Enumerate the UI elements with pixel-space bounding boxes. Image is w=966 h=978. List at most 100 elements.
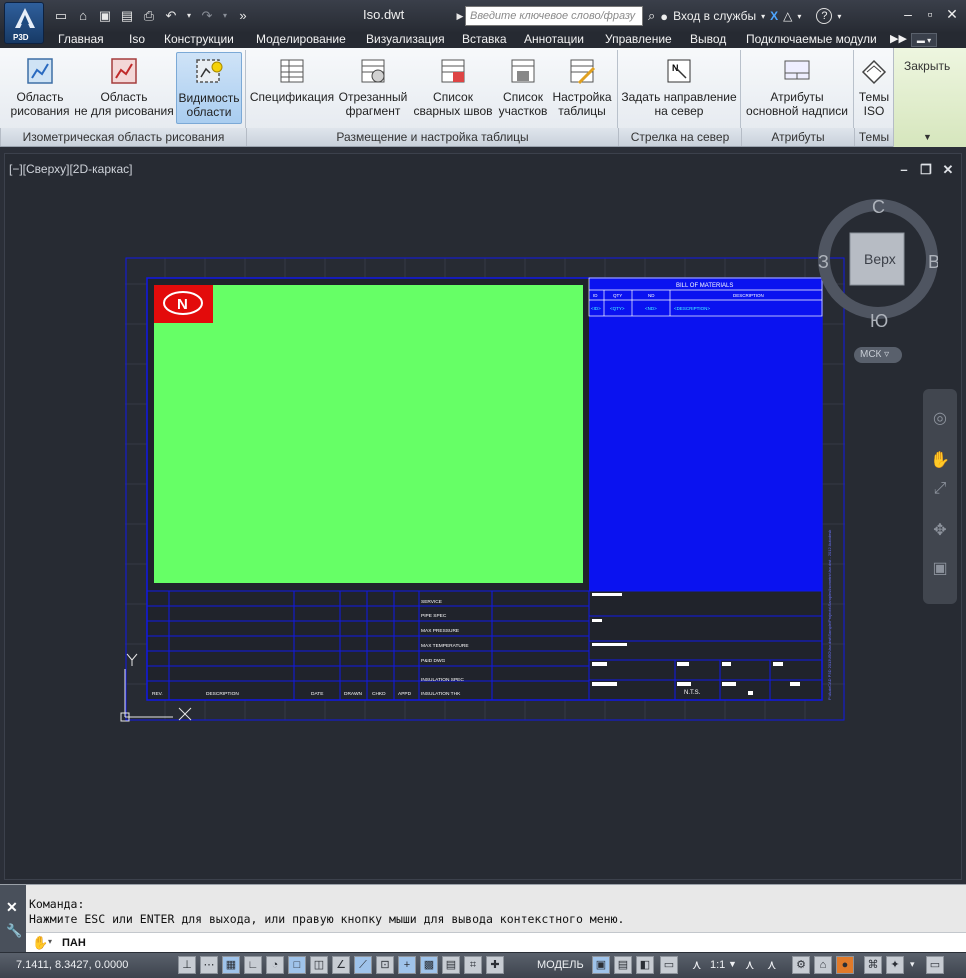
model-viewport[interactable]: [−][Сверху][2D-каркас] – ❐ ✕ N BILL OF M… <box>4 153 962 880</box>
pan-icon[interactable]: ✋ <box>930 451 950 471</box>
spool-list-button[interactable]: Список участков <box>496 52 550 124</box>
model-space-toggle[interactable]: МОДЕЛЬ <box>537 959 584 971</box>
grid-display-icon[interactable]: ▦ <box>222 956 240 974</box>
area-visibility-button[interactable]: Видимость области <box>176 52 242 124</box>
3d-object-snap-icon[interactable]: ◫ <box>310 956 328 974</box>
autodesk-360-icon[interactable]: △ <box>783 9 792 23</box>
open-file-icon[interactable]: ⌂ <box>75 8 91 24</box>
tab-annotations[interactable]: Аннотации <box>524 32 584 48</box>
tab-iso[interactable]: Iso <box>129 32 145 48</box>
tab-manage[interactable]: Управление <box>605 32 672 48</box>
showmotion-icon[interactable]: ▣ <box>930 559 950 579</box>
zoom-extents-icon[interactable]: ⤢ <box>930 479 950 499</box>
tab-plugins[interactable]: Подключаемые модули <box>746 32 877 48</box>
tab-visualization[interactable]: Визуализация <box>366 32 445 48</box>
search-input[interactable] <box>465 6 643 26</box>
layout-icon[interactable]: ◧ <box>636 956 654 974</box>
save-as-icon[interactable]: ▤ <box>119 8 135 24</box>
non-drawing-area-button[interactable]: Область не для рисования <box>74 52 174 124</box>
quick-view-layouts-icon[interactable]: ▣ <box>592 956 610 974</box>
iso-themes-button[interactable]: Темы ISO <box>855 52 893 124</box>
lightbulb-icon[interactable]: ✦ <box>886 956 904 974</box>
iso-drawing-area[interactable] <box>154 285 583 583</box>
tab-insert[interactable]: Вставка <box>462 32 507 48</box>
annotation-visibility-icon[interactable]: ⋏ <box>745 957 755 973</box>
quick-properties-icon[interactable]: ▤ <box>442 956 460 974</box>
snap-mode-icon[interactable]: ⋯ <box>200 956 218 974</box>
command-line-grip[interactable]: ✕ 🔧 <box>0 885 26 953</box>
annotation-monitor-icon[interactable]: ✚ <box>486 956 504 974</box>
minimize-icon[interactable]: – <box>900 6 916 22</box>
isolate-objects-icon[interactable]: ⌘ <box>864 956 882 974</box>
signin-dropdown-icon[interactable]: ▾ <box>761 12 765 21</box>
compass-north[interactable]: С <box>872 197 885 217</box>
cursor-coordinates[interactable]: 7.1411, 8.3427, 0.0000 <box>16 959 128 971</box>
viewcube[interactable]: Верх С Ю З В <box>818 197 938 327</box>
table-setup-button[interactable]: Настройка таблицы <box>550 52 614 124</box>
help-dropdown-icon[interactable]: ▾ <box>837 12 841 21</box>
object-snap-icon[interactable]: □ <box>288 956 306 974</box>
undo-dropdown-icon[interactable]: ▾ <box>185 8 193 24</box>
application-menu-button[interactable]: P3D <box>4 2 44 44</box>
dynamic-ucs-icon[interactable]: ⟋ <box>354 956 372 974</box>
ucs-menu-button[interactable]: МСК ▿ <box>854 347 902 363</box>
panel-dropdown-icon[interactable]: ▼ <box>923 132 932 142</box>
command-dropdown-icon[interactable]: ▾ <box>48 937 52 946</box>
tab-modeling[interactable]: Моделирование <box>256 32 346 48</box>
annotation-scale-icon[interactable]: ⋏ <box>692 957 702 973</box>
help-icon[interactable]: ? <box>816 8 833 24</box>
orbit-icon[interactable]: ✥ <box>930 521 950 541</box>
set-north-button[interactable]: N Задать направление на север <box>620 52 738 124</box>
cut-piece-button[interactable]: Отрезанный фрагмент <box>336 52 410 124</box>
customize-icon[interactable]: 🔧 <box>6 923 22 939</box>
tabs-overflow-icon[interactable]: ▶▶ <box>890 32 907 48</box>
bom-area[interactable] <box>589 278 822 591</box>
tab-structures[interactable]: Конструкции <box>164 32 234 48</box>
print-icon[interactable]: ⎙ <box>141 8 157 24</box>
specification-button[interactable]: Спецификация <box>249 52 335 124</box>
tab-output[interactable]: Вывод <box>690 32 726 48</box>
annotation-scale[interactable]: 1:1 <box>710 959 725 971</box>
user-icon[interactable]: ● <box>660 9 668 24</box>
auto-scale-icon[interactable]: ⋏ <box>767 957 777 973</box>
close-panel-button[interactable]: Закрыть ▼ <box>893 48 966 147</box>
clean-screen-icon[interactable]: ▭ <box>926 956 944 974</box>
statusbar-menu-icon[interactable]: ▾ <box>910 959 915 970</box>
selection-cycling-icon[interactable]: ⌗ <box>464 956 482 974</box>
command-input[interactable]: ✋ ▾ ПАН <box>26 932 966 953</box>
steering-wheel-icon[interactable]: ◎ <box>930 409 950 429</box>
title-block-attributes-button[interactable]: Атрибуты основной надписи <box>743 52 851 124</box>
workspace-switching-icon[interactable]: ⚙ <box>792 956 810 974</box>
quick-view-drawings-icon[interactable]: ▤ <box>614 956 632 974</box>
close-command-line-icon[interactable]: ✕ <box>6 899 18 916</box>
redo-icon[interactable]: ↷ <box>199 8 215 24</box>
drawing-area-button[interactable]: Область рисования <box>8 52 72 124</box>
exchange-icon[interactable]: X <box>770 9 778 23</box>
sheet-icon[interactable]: ▭ <box>660 956 678 974</box>
compass-east[interactable]: В <box>928 252 938 272</box>
tab-home[interactable]: Главная <box>58 32 104 48</box>
binoculars-icon[interactable]: ⌕ <box>648 8 655 24</box>
scale-dropdown-icon[interactable]: ▼ <box>728 959 737 969</box>
close-icon[interactable]: ✕ <box>944 6 960 22</box>
undo-icon[interactable]: ↶ <box>163 8 179 24</box>
tab-dropdown-icon[interactable]: ▬ ▾ <box>911 33 937 47</box>
qat-overflow-icon[interactable]: » <box>235 8 251 24</box>
object-snap-tracking-icon[interactable]: ∠ <box>332 956 350 974</box>
infer-constraints-icon[interactable]: ⊥ <box>178 956 196 974</box>
save-icon[interactable]: ▣ <box>97 8 113 24</box>
weld-list-button[interactable]: Список сварных швов <box>411 52 495 124</box>
polar-tracking-icon[interactable]: ◔ <box>266 956 284 974</box>
dynamic-input-icon[interactable]: ⊡ <box>376 956 394 974</box>
transparency-icon[interactable]: ▩ <box>420 956 438 974</box>
maximize-icon[interactable]: ▫ <box>922 6 938 22</box>
compass-south[interactable]: Ю <box>870 311 888 327</box>
compass-west[interactable]: З <box>818 252 829 272</box>
hardware-acceleration-icon[interactable]: ● <box>836 956 854 974</box>
a360-dropdown-icon[interactable]: ▾ <box>797 12 801 21</box>
redo-dropdown-icon[interactable]: ▾ <box>221 8 229 24</box>
new-file-icon[interactable]: ▭ <box>53 8 69 24</box>
lineweight-icon[interactable]: + <box>398 956 416 974</box>
ortho-mode-icon[interactable]: ∟ <box>244 956 262 974</box>
signin-link[interactable]: Вход в службы <box>673 9 756 23</box>
